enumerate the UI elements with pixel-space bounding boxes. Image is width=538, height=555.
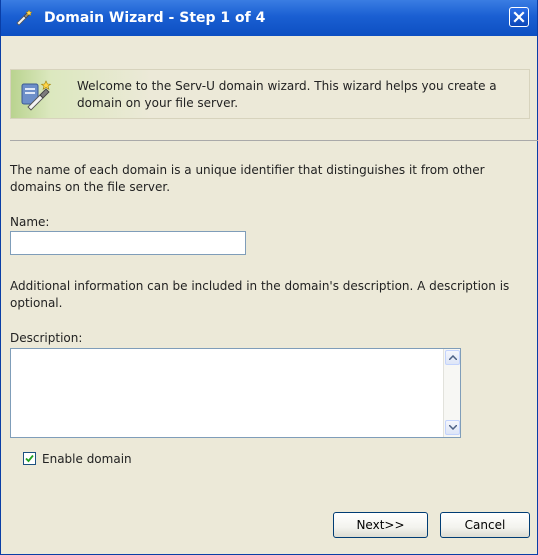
name-input[interactable] bbox=[10, 231, 246, 255]
domain-wizard-window: Domain Wizard - Step 1 of 4 Welcome to t… bbox=[0, 0, 538, 555]
separator bbox=[10, 140, 538, 141]
description-info: Additional information can be included i… bbox=[10, 279, 510, 310]
welcome-text: Welcome to the Serv-U domain wizard. Thi… bbox=[77, 79, 497, 110]
title-bar[interactable]: Domain Wizard - Step 1 of 4 bbox=[1, 0, 537, 36]
name-label: Name: bbox=[10, 215, 50, 229]
description-textarea[interactable] bbox=[11, 349, 442, 437]
close-icon bbox=[513, 11, 525, 23]
description-scrollbar[interactable] bbox=[443, 349, 460, 437]
scroll-down-button[interactable] bbox=[445, 420, 460, 435]
chevron-up-icon bbox=[449, 355, 457, 360]
enable-domain-checkbox[interactable] bbox=[23, 452, 36, 465]
checkmark-icon bbox=[25, 454, 34, 463]
cancel-button[interactable]: Cancel bbox=[440, 512, 530, 538]
description-field[interactable] bbox=[10, 348, 461, 438]
window-title: Domain Wizard - Step 1 of 4 bbox=[44, 10, 266, 26]
welcome-banner: Welcome to the Serv-U domain wizard. Thi… bbox=[10, 69, 530, 119]
description-label: Description: bbox=[10, 331, 83, 345]
enable-domain-label[interactable]: Enable domain bbox=[42, 452, 132, 466]
wizard-icon bbox=[15, 9, 35, 27]
close-button[interactable] bbox=[509, 7, 529, 27]
next-button[interactable]: Next>> bbox=[333, 512, 428, 538]
domain-name-intro: The name of each domain is a unique iden… bbox=[10, 163, 485, 194]
chevron-down-icon bbox=[449, 425, 457, 430]
scroll-up-button[interactable] bbox=[445, 350, 460, 365]
wizard-icon bbox=[19, 79, 53, 111]
